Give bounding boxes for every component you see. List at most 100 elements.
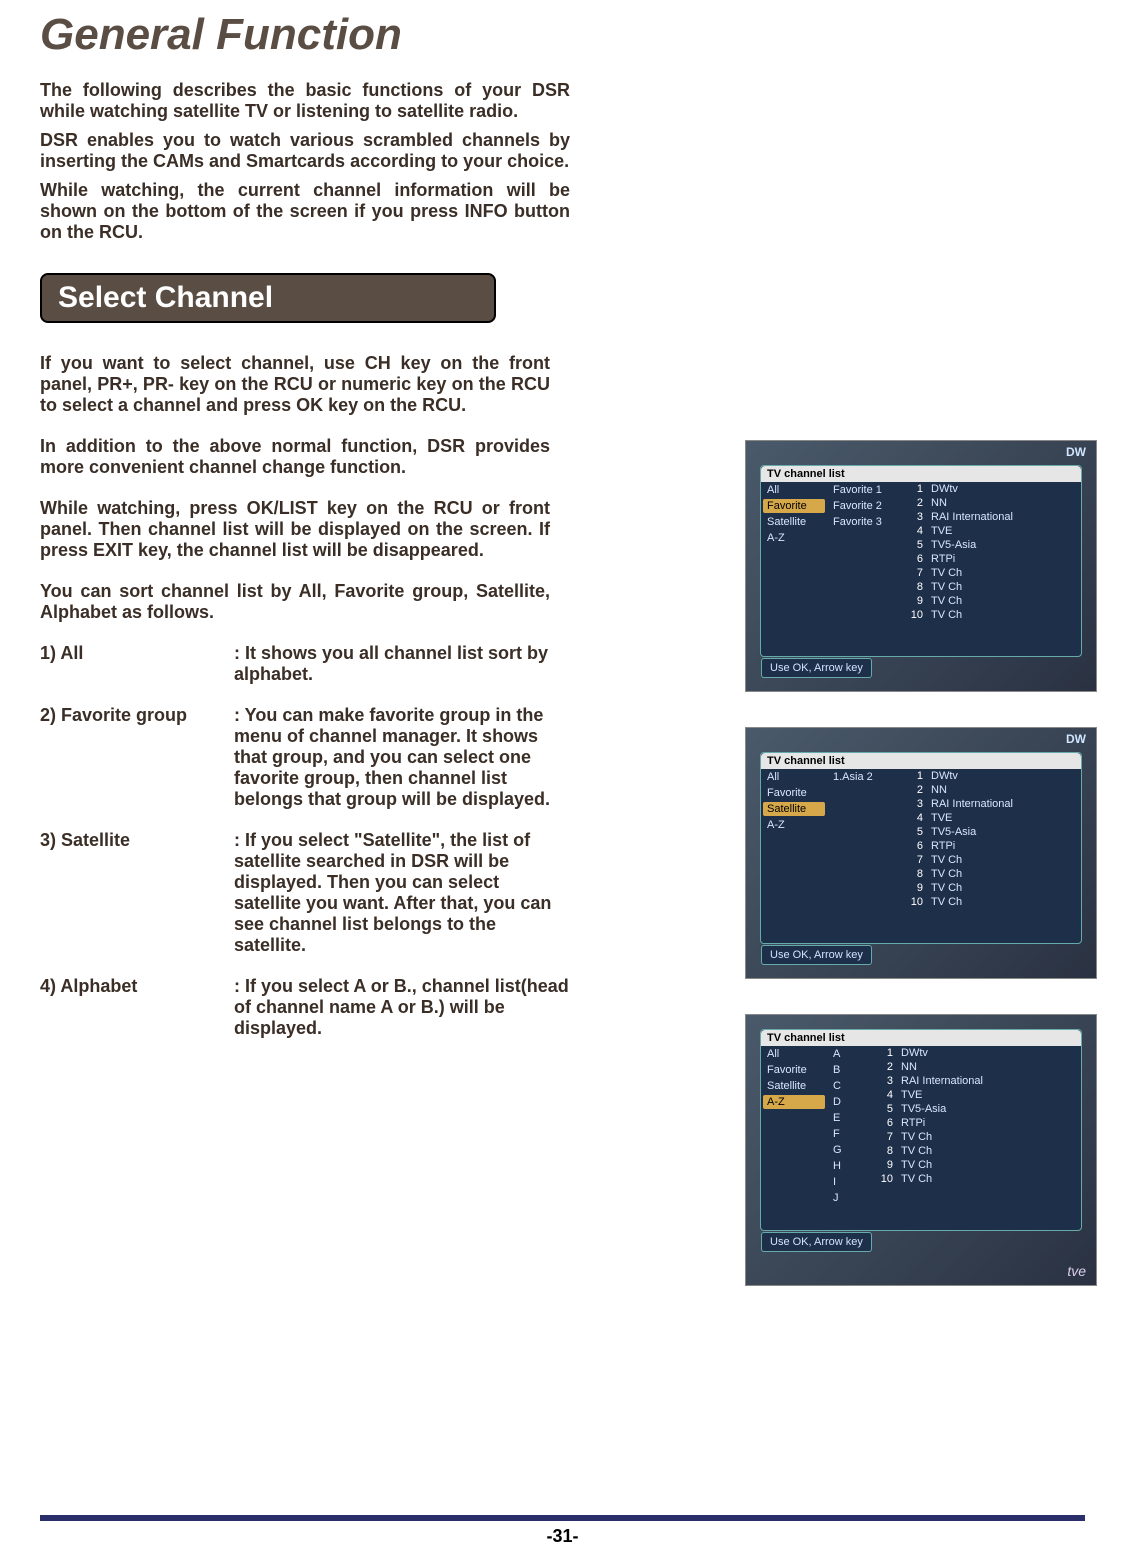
panel-title: TV channel list	[761, 466, 1081, 482]
sort-row-favorite: 2) Favorite group : You can make favorit…	[40, 705, 570, 810]
channel-name: TVE	[901, 1089, 922, 1101]
sort-list: 1) All : It shows you all channel list s…	[40, 643, 570, 1039]
channel-number: 6	[905, 553, 923, 565]
channel-name: TV Ch	[901, 1145, 932, 1157]
cat-favorite: Favorite	[763, 499, 825, 513]
dw-logo: DW	[1066, 732, 1086, 746]
channel-number: 10	[875, 1173, 893, 1185]
channel-number: 4	[905, 812, 923, 824]
sort-desc: : If you select A or B., channel list(he…	[234, 976, 570, 1039]
channel-name: NN	[931, 784, 947, 796]
channel-name: TVE	[931, 812, 952, 824]
channel-name: TV Ch	[901, 1159, 932, 1171]
subcategory-list: 1.Asia 2	[827, 769, 901, 929]
channel-row: 8TV Ch	[901, 580, 1081, 594]
channel-row: 2 NN	[901, 783, 1081, 797]
intro-block: The following describes the basic functi…	[40, 80, 570, 243]
channel-row: 1 DWtv	[901, 769, 1081, 783]
subcat: Favorite 2	[827, 498, 901, 514]
subcat: Favorite 1	[827, 482, 901, 498]
cat-all: All	[761, 1046, 827, 1062]
alpha-letter: I	[827, 1174, 871, 1190]
tve-logo: tve	[1067, 1263, 1086, 1279]
category-list: All Favorite Satellite A-Z	[761, 1046, 827, 1216]
channel-number: 5	[905, 539, 923, 551]
channel-name: TV Ch	[901, 1131, 932, 1143]
sort-row-all: 1) All : It shows you all channel list s…	[40, 643, 570, 685]
channel-row: 4 TVE	[871, 1088, 1081, 1102]
category-list: All Favorite Satellite A-Z	[761, 769, 827, 929]
screenshot-favorite: DW TV channel list All Favorite Satellit…	[745, 440, 1097, 692]
channel-name: TV5-Asia	[931, 539, 976, 551]
channel-name: DWtv	[901, 1047, 928, 1059]
alpha-letter: D	[827, 1094, 871, 1110]
channel-number: 3	[905, 798, 923, 810]
channel-number: 9	[875, 1159, 893, 1171]
channel-number: 1	[905, 770, 923, 782]
channel-name: DWtv	[931, 770, 958, 782]
alpha-letter: E	[827, 1110, 871, 1126]
channel-row: 4 TVE	[901, 811, 1081, 825]
channel-name: TV Ch	[931, 609, 962, 621]
intro-p3: While watching, the current channel info…	[40, 180, 570, 243]
channel-name: TV Ch	[931, 581, 962, 593]
channel-row: 4TVE	[901, 524, 1081, 538]
channel-name: DWtv	[931, 483, 958, 495]
channel-number: 1	[905, 483, 923, 495]
cat-favorite: Favorite	[761, 785, 827, 801]
channel-row: 3RAI International	[901, 510, 1081, 524]
footer-divider	[40, 1505, 1085, 1521]
channel-name: TV Ch	[931, 868, 962, 880]
sort-label: 2) Favorite group	[40, 705, 234, 810]
channel-name: TV5-Asia	[901, 1103, 946, 1115]
channel-row: 7TV Ch	[871, 1130, 1081, 1144]
channel-name: TV Ch	[931, 896, 962, 908]
channel-number: 4	[875, 1089, 893, 1101]
page-number: -31-	[0, 1526, 1125, 1547]
channel-row: 2NN	[871, 1060, 1081, 1074]
sort-label: 3) Satellite	[40, 830, 234, 956]
channel-row: 9TV Ch	[901, 594, 1081, 608]
body-p3: While watching, press OK/LIST key on the…	[40, 498, 550, 561]
channel-row: 10TV Ch	[901, 608, 1081, 622]
channel-row: 9 TV Ch	[871, 1158, 1081, 1172]
alpha-letter: J	[827, 1190, 871, 1206]
alpha-letter: B	[827, 1062, 871, 1078]
intro-p1: The following describes the basic functi…	[40, 80, 570, 122]
sort-row-alphabet: 4) Alphabet : If you select A or B., cha…	[40, 976, 570, 1039]
body-block: If you want to select channel, use CH ke…	[40, 353, 550, 623]
channel-number: 3	[905, 511, 923, 523]
panel-hint: Use OK, Arrow key	[761, 658, 872, 678]
sort-label: 1) All	[40, 643, 234, 685]
channel-row: 7TV Ch	[901, 853, 1081, 867]
channel-number: 2	[905, 784, 923, 796]
panel-hint: Use OK, Arrow key	[761, 945, 872, 965]
subcat: 1.Asia 2	[827, 769, 901, 785]
alpha-letter: G	[827, 1142, 871, 1158]
cat-all: All	[761, 482, 827, 498]
panel-hint: Use OK, Arrow key	[761, 1232, 872, 1252]
channel-row: 3RAI International	[871, 1074, 1081, 1088]
cat-satellite: Satellite	[761, 514, 827, 530]
alpha-letter: H	[827, 1158, 871, 1174]
channel-number: 3	[875, 1075, 893, 1087]
sort-row-satellite: 3) Satellite : If you select "Satellite"…	[40, 830, 570, 956]
channel-name: TV Ch	[931, 882, 962, 894]
channel-number: 8	[875, 1145, 893, 1157]
subcategory-list: Favorite 1 Favorite 2 Favorite 3	[827, 482, 901, 642]
alphabet-list: ABCDEFGHIJ	[827, 1046, 871, 1216]
category-list: All Favorite Satellite A-Z	[761, 482, 827, 642]
channel-name: TV5-Asia	[931, 826, 976, 838]
channel-row: 6RTPi	[901, 552, 1081, 566]
sort-desc: : If you select "Satellite", the list of…	[234, 830, 570, 956]
channel-list: 1DWtv2NN3RAI International4TVE5TV5-Asia6…	[871, 1046, 1081, 1216]
intro-p2: DSR enables you to watch various scrambl…	[40, 130, 570, 172]
cat-az: A-Z	[763, 1095, 825, 1109]
channel-row: 5TV5-Asia	[901, 825, 1081, 839]
dw-logo: DW	[1066, 445, 1086, 459]
channel-row: 7TV Ch	[901, 566, 1081, 580]
page-title: General Function	[40, 10, 1085, 60]
channel-number: 5	[875, 1103, 893, 1115]
channel-number: 10	[905, 896, 923, 908]
channel-number: 2	[875, 1061, 893, 1073]
